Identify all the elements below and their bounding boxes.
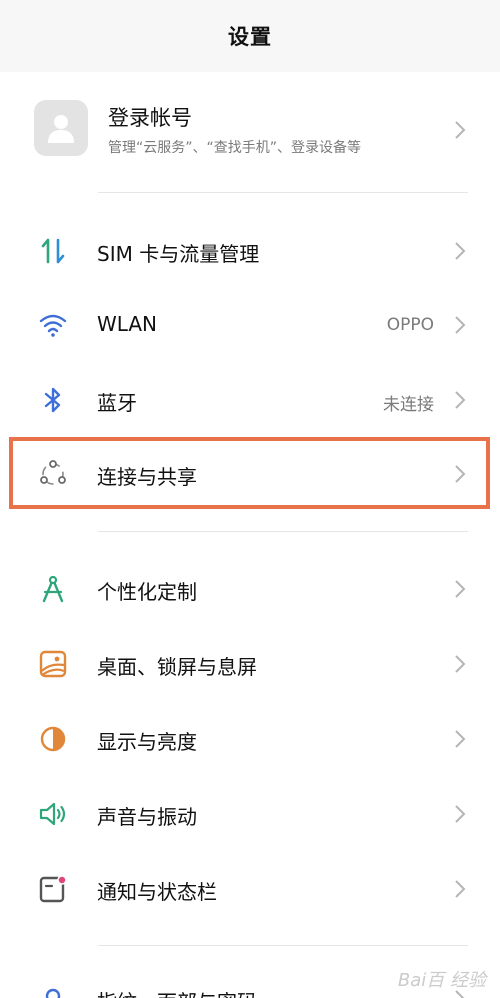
compass-icon [42, 575, 64, 603]
wallpaper-icon [39, 650, 67, 678]
settings-item-label: 蓝牙 [97, 391, 137, 415]
settings-item-wallpaper[interactable]: 桌面、锁屏与息屏 [0, 627, 500, 701]
settings-item-display[interactable]: 显示与亮度 [0, 702, 500, 776]
chevron-right-icon [455, 655, 466, 673]
settings-item-wlan[interactable]: WLAN OPPO [0, 288, 500, 362]
account-subtitle: 管理“云服务”、“查找手机”、登录设备等 [108, 140, 362, 156]
chevron-right-icon [455, 580, 466, 598]
fingerprint-icon [45, 988, 61, 998]
speaker-icon [39, 802, 66, 826]
settings-item-value: 未连接 [383, 395, 434, 415]
account-login-row[interactable]: 登录帐号 管理“云服务”、“查找手机”、登录设备等 [0, 88, 500, 174]
watermark: Bai百 经验 [397, 970, 486, 991]
account-name: 登录帐号 [108, 106, 192, 130]
chevron-right-icon [455, 805, 466, 823]
settings-item-sim[interactable]: SIM 卡与流量管理 [0, 214, 500, 288]
settings-item-label: 个性化定制 [97, 580, 197, 604]
settings-item-sound[interactable]: 声音与振动 [0, 777, 500, 851]
settings-item-label: 显示与亮度 [97, 730, 197, 754]
settings-screen: 设置 登录帐号 管理“云服务”、“查找手机”、登录设备等 SIM 卡与流量管理 [0, 0, 500, 998]
wifi-icon [39, 314, 67, 337]
avatar [34, 100, 88, 156]
divider [98, 945, 468, 946]
settings-item-notification[interactable]: 通知与状态栏 [0, 852, 500, 926]
chevron-right-icon [455, 880, 466, 898]
chevron-right-icon [455, 121, 466, 139]
divider [98, 531, 468, 532]
settings-item-value: OPPO [386, 315, 434, 335]
person-icon [48, 115, 74, 143]
notification-icon [39, 875, 67, 903]
settings-item-label: 声音与振动 [97, 805, 197, 829]
bluetooth-icon [44, 387, 61, 413]
chevron-right-icon [455, 730, 466, 748]
highlight-box [9, 437, 490, 509]
sim-data-icon [41, 238, 65, 264]
chevron-right-icon [455, 242, 466, 260]
settings-item-label: 桌面、锁屏与息屏 [97, 655, 257, 679]
settings-item-personalize[interactable]: 个性化定制 [0, 552, 500, 626]
settings-item-label: 通知与状态栏 [97, 880, 217, 904]
settings-item-label: SIM 卡与流量管理 [97, 242, 260, 266]
settings-item-label: WLAN [97, 312, 158, 336]
chevron-right-icon [455, 391, 466, 409]
brightness-icon [40, 726, 66, 752]
page-title: 设置 [228, 25, 272, 49]
settings-item-label: 指纹、面部与密码 [97, 986, 257, 998]
divider [98, 192, 468, 193]
title-bar: 设置 [0, 0, 500, 72]
chevron-right-icon [455, 316, 466, 334]
settings-item-bluetooth[interactable]: 蓝牙 未连接 [0, 363, 500, 437]
